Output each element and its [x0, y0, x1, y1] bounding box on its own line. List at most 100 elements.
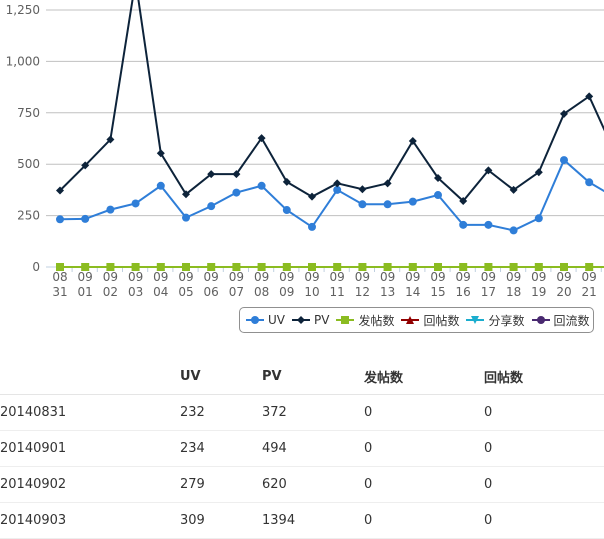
data-point: [232, 188, 241, 197]
x-tick-label-day: 12: [355, 285, 370, 299]
x-tick-label-month: 09: [405, 270, 420, 284]
table-cell: 20140902: [0, 466, 180, 503]
table-cell: 232: [180, 394, 262, 431]
data-point: [585, 263, 594, 271]
data-point: [459, 263, 468, 271]
x-tick-label-day: 19: [531, 285, 546, 299]
y-tick-label: 750: [17, 106, 40, 120]
x-tick-label-day: 03: [128, 285, 143, 299]
x-tick-label-day: 21: [582, 285, 597, 299]
data-point: [257, 263, 266, 271]
table-cell: 20140903: [0, 502, 180, 539]
data-point: [56, 215, 64, 224]
x-tick-label-day: 15: [430, 285, 445, 299]
data-point: [383, 200, 392, 209]
data-point: [358, 263, 367, 271]
data-point: [358, 200, 367, 209]
table-cell: 0: [364, 430, 484, 467]
legend-label: UV: [268, 313, 285, 327]
data-point: [509, 226, 518, 235]
legend-label: 发帖数: [358, 313, 395, 328]
table-cell: 0: [484, 394, 604, 431]
x-tick-label-day: 31: [52, 285, 67, 299]
table-cell: 279: [180, 466, 262, 503]
data-point: [282, 206, 291, 215]
y-tick-label: 500: [17, 157, 40, 171]
x-tick-label-month: 09: [128, 270, 143, 284]
x-tick-label-month: 09: [229, 270, 244, 284]
x-tick-label-month: 09: [304, 270, 319, 284]
chart-legend: UV PV 发帖数 回帖数 分享数 回流数: [239, 307, 594, 333]
data-point: [459, 220, 468, 229]
data-point: [131, 263, 140, 271]
legend-item[interactable]: 回帖数: [401, 312, 459, 329]
legend-item[interactable]: PV: [292, 313, 329, 327]
x-tick-label-month: 09: [481, 270, 496, 284]
data-point: [131, 199, 140, 208]
x-tick-label-month: 09: [153, 270, 168, 284]
x-tick-label-month: 09: [430, 270, 445, 284]
table-cell: 234: [180, 430, 262, 467]
data-point: [81, 263, 90, 271]
data-point: [257, 181, 266, 190]
x-tick-label-day: 02: [103, 285, 118, 299]
data-point: [182, 213, 190, 222]
y-tick-label: 1,000: [6, 54, 40, 68]
legend-symbol-icon: [466, 316, 485, 324]
x-tick-label-month: 09: [178, 270, 193, 284]
legend-item[interactable]: 发帖数: [336, 312, 394, 329]
table-header-row: UV PV 发帖数 回帖数: [0, 358, 604, 395]
x-tick-label-month: 09: [506, 270, 521, 284]
data-point: [534, 214, 543, 223]
data-point: [282, 263, 291, 271]
table-row: 20140902 279 620 0 0: [0, 466, 604, 503]
x-tick-label-month: 09: [204, 270, 219, 284]
data-point: [56, 263, 64, 271]
y-tick-label: 250: [17, 209, 40, 223]
data-point: [484, 220, 493, 229]
legend-item[interactable]: 分享数: [466, 312, 525, 329]
table-header-posts: 发帖数: [364, 358, 484, 395]
x-tick-label-month: 08: [52, 270, 67, 284]
data-point: [207, 263, 216, 271]
data-point: [106, 205, 115, 214]
table-cell: 0: [364, 394, 484, 431]
legend-label: 回流数: [553, 313, 590, 328]
y-tick-label: 0: [32, 260, 40, 274]
x-tick-label-month: 09: [330, 270, 345, 284]
table-cell: 372: [262, 394, 364, 431]
legend-symbol-icon: [246, 316, 264, 324]
data-point: [509, 263, 518, 271]
x-tick-label-month: 09: [582, 270, 597, 284]
x-tick-label-day: 05: [178, 285, 193, 299]
legend-item[interactable]: 回流数: [531, 312, 590, 329]
data-point: [434, 191, 442, 200]
x-tick-label-day: 01: [78, 285, 93, 299]
data-point: [534, 263, 543, 271]
table-cell: 1394: [262, 502, 364, 539]
x-tick-label-day: 08: [254, 285, 269, 299]
x-tick-label-day: 14: [405, 285, 420, 299]
table-header-uv: UV: [180, 358, 262, 395]
table-cell: 0: [484, 502, 604, 539]
data-point: [232, 263, 241, 271]
table-cell: 0: [364, 502, 484, 539]
legend-item[interactable]: UV: [246, 313, 285, 327]
data-point: [484, 263, 493, 271]
table-row: 20140831 232 372 0 0: [0, 394, 604, 431]
table-cell: 0: [484, 430, 604, 467]
table-header-replies: 回帖数: [484, 358, 604, 395]
data-point: [408, 197, 417, 206]
data-point: [585, 178, 594, 187]
x-tick-label-day: 18: [506, 285, 521, 299]
table-cell: 0: [364, 466, 484, 503]
table-cell: 620: [262, 466, 364, 503]
data-point: [408, 263, 417, 271]
data-point: [207, 202, 216, 211]
table-cell: 0: [484, 466, 604, 503]
legend-symbol-icon: [292, 316, 310, 324]
x-tick-label-month: 09: [254, 270, 269, 284]
data-point: [308, 222, 316, 231]
legend-symbol-icon: [531, 316, 550, 324]
x-tick-label-month: 09: [103, 270, 118, 284]
